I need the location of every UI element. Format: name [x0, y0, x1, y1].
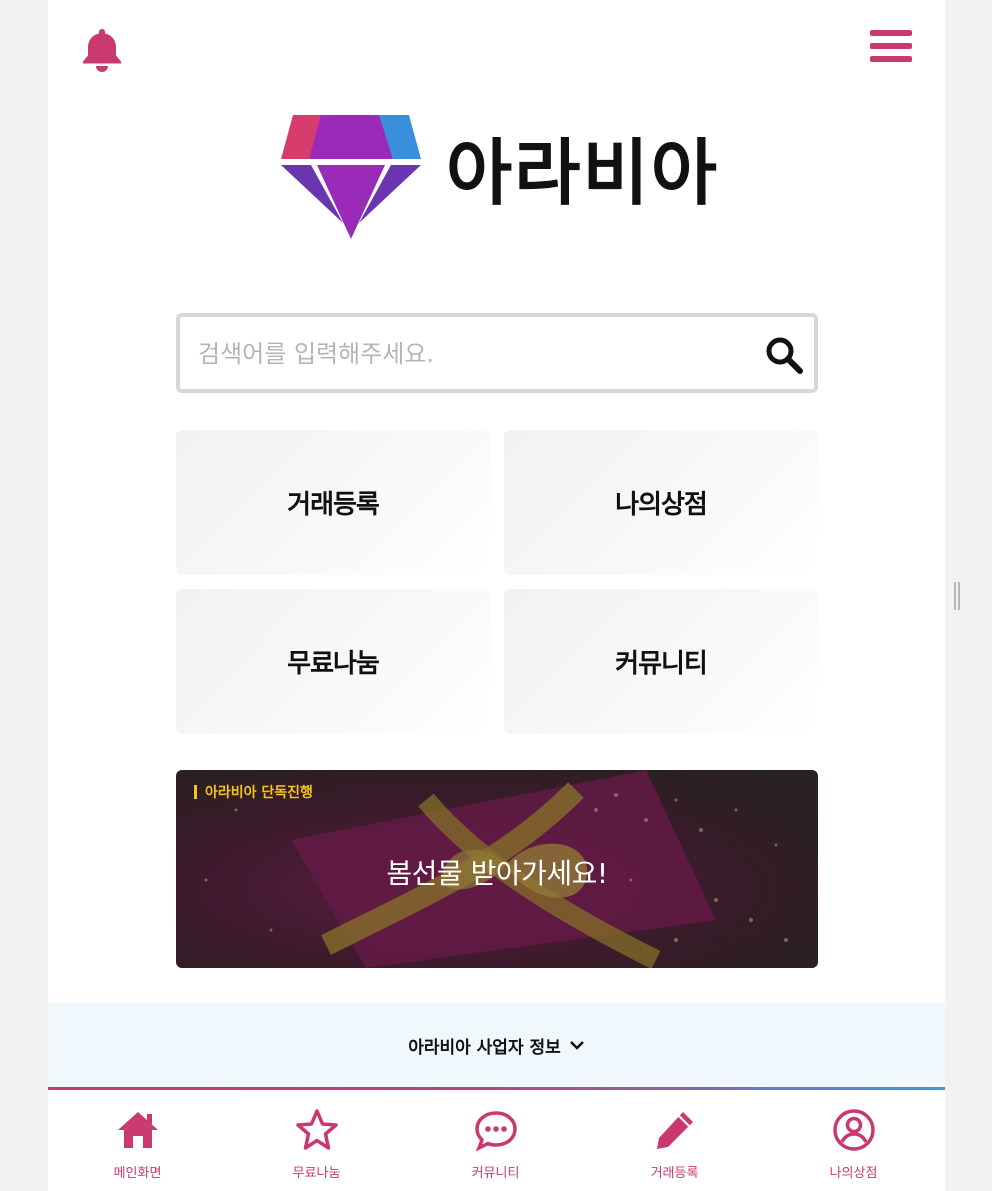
home-icon — [118, 1112, 158, 1148]
nav-item-my-store[interactable]: 나의상점 — [764, 1090, 943, 1191]
business-info-toggle[interactable]: 아라비아 사업자 정보 — [48, 1003, 945, 1087]
logo: 아라비아 — [281, 115, 741, 245]
search-input[interactable] — [196, 329, 760, 379]
nav-item-trade-register[interactable]: 거래등록 — [585, 1090, 764, 1191]
nav-label: 거래등록 — [650, 1166, 699, 1181]
search-icon[interactable] — [764, 335, 804, 375]
app-frame: 아라비아 거래등록 나의상점 무료나눔 커뮤니티 — [48, 0, 945, 1191]
tile-my-store[interactable]: 나의상점 — [504, 430, 818, 575]
bell-icon[interactable] — [80, 26, 124, 72]
nav-label: 나의상점 — [829, 1166, 878, 1181]
business-info-label: 아라비아 사업자 정보 — [408, 1037, 561, 1058]
tile-trade-register[interactable]: 거래등록 — [176, 430, 490, 575]
nav-item-free-share[interactable]: 무료나눔 — [227, 1090, 406, 1191]
star-icon — [296, 1109, 338, 1150]
banner-title: 봄선물 받아가세요! — [386, 857, 608, 890]
nav-label: 메인화면 — [113, 1166, 162, 1181]
tile-label: 커뮤니티 — [615, 649, 708, 679]
tile-label: 거래등록 — [287, 490, 380, 520]
tile-label: 무료나눔 — [287, 649, 380, 679]
chat-icon — [475, 1111, 517, 1152]
banner-tag: 아라비아 단독진행 — [194, 782, 313, 802]
resize-handle[interactable] — [954, 582, 960, 610]
nav-label: 커뮤니티 — [471, 1166, 520, 1181]
pencil-icon — [657, 1112, 693, 1149]
bottom-nav: 메인화면 무료나눔 커뮤니티 거래등록 나의상점 — [48, 1090, 945, 1191]
user-circle-icon — [833, 1109, 875, 1151]
promo-banner[interactable]: 아라비아 단독진행 봄선물 받아가세요! — [176, 770, 818, 968]
tile-community[interactable]: 커뮤니티 — [504, 589, 818, 734]
nav-item-community[interactable]: 커뮤니티 — [406, 1090, 585, 1191]
tile-label: 나의상점 — [615, 490, 708, 520]
app-name: 아라비아 — [446, 130, 719, 215]
nav-label: 무료나눔 — [292, 1166, 341, 1181]
diamond-logo-icon — [281, 115, 421, 239]
chevron-down-icon — [569, 1041, 584, 1050]
tile-free-share[interactable]: 무료나눔 — [176, 589, 490, 734]
nav-item-home[interactable]: 메인화면 — [48, 1090, 227, 1191]
search-box — [176, 313, 818, 393]
menu-icon[interactable] — [870, 30, 912, 66]
